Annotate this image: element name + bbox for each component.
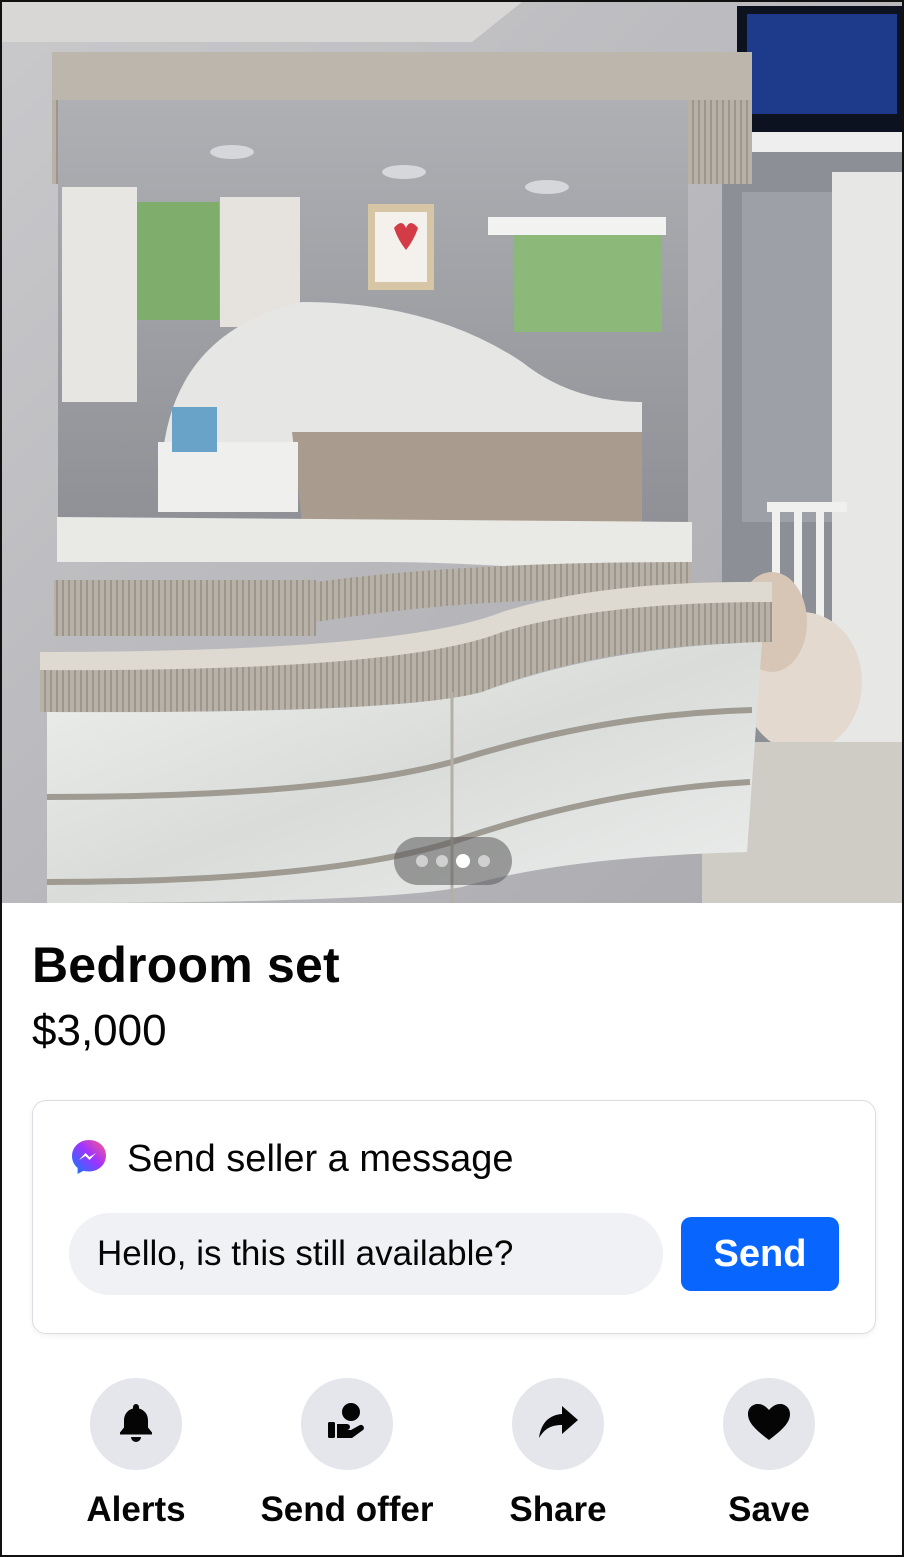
share-button[interactable]: Share (458, 1378, 658, 1530)
photo-pager-dots[interactable] (394, 837, 512, 885)
send-message-heading: Send seller a message (127, 1138, 514, 1180)
send-message-header: Send seller a message (69, 1137, 514, 1182)
listing-price: $3,000 (32, 1006, 167, 1055)
marketplace-listing: Bedroom set $3,000 Send seller a message… (0, 0, 904, 1557)
save-label: Save (728, 1490, 810, 1529)
message-input[interactable]: Hello, is this still available? (69, 1213, 663, 1295)
pager-dot[interactable] (436, 855, 448, 867)
pager-dot[interactable] (416, 855, 428, 867)
send-offer-icon-circle[interactable] (301, 1378, 393, 1470)
alerts-icon-circle[interactable] (90, 1378, 182, 1470)
alerts-button[interactable]: Alerts (36, 1378, 236, 1530)
save-button[interactable]: Save (669, 1378, 869, 1530)
listing-photo[interactable] (2, 2, 902, 903)
listing-title: Bedroom set (32, 937, 340, 993)
messenger-icon (69, 1137, 109, 1182)
save-icon-circle[interactable] (723, 1378, 815, 1470)
bedroom-dresser-photo (2, 2, 902, 903)
share-label: Share (509, 1490, 607, 1529)
send-message-card: Send seller a message Hello, is this sti… (32, 1100, 876, 1334)
send-offer-label: Send offer (260, 1490, 434, 1529)
alerts-label: Alerts (86, 1490, 186, 1529)
pager-dot-active[interactable] (456, 854, 470, 868)
pager-dot[interactable] (478, 855, 490, 867)
bell-icon (118, 1402, 154, 1447)
heart-icon (746, 1402, 792, 1447)
offer-hand-icon (325, 1400, 369, 1449)
send-offer-button[interactable]: Send offer (247, 1378, 447, 1530)
listing-actions: Alerts Send offer Share Save (2, 1378, 902, 1538)
send-button[interactable]: Send (681, 1217, 839, 1291)
share-arrow-icon (536, 1402, 580, 1447)
share-icon-circle[interactable] (512, 1378, 604, 1470)
